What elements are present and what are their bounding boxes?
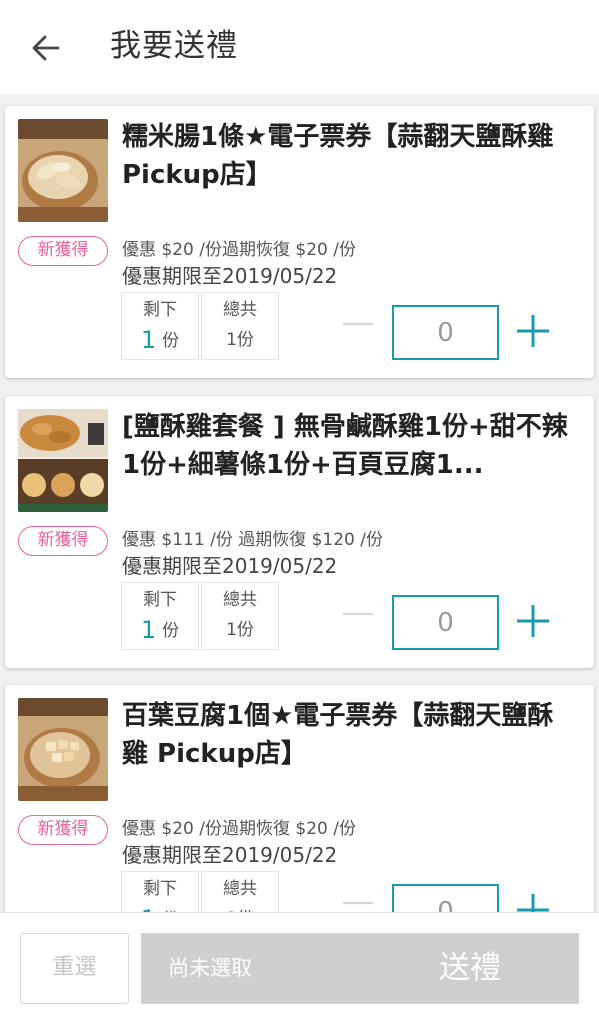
price-info: 優惠 $111 /份 過期恢復 $120 /份 [122,530,384,550]
total-value: 1份 [226,620,254,640]
quantity-input[interactable] [392,884,499,912]
bottom-action-bar: 重選 尚未選取 送禮 [0,912,599,1024]
gift-card: [鹽酥雞套餐 ] 無骨鹹酥雞1份+甜不辣1份+細薯條1份+百頁豆腐1... 新獲… [5,396,594,668]
expiry-date: 優惠期限至2019/05/22 [122,554,338,578]
reset-button[interactable]: 重選 [20,933,129,1004]
remaining-number: 1 [141,905,156,912]
send-gift-label: 送禮 [439,950,501,986]
total-label: 總共 [223,300,257,320]
price-info: 優惠 $20 /份過期恢復 $20 /份 [122,240,356,260]
expiry-date: 優惠期限至2019/05/22 [122,843,338,867]
plus-icon[interactable] [515,603,551,639]
price-info: 優惠 $20 /份過期恢復 $20 /份 [122,819,356,839]
remaining-count: 剩下 1份 [121,871,199,912]
remaining-number: 1 [140,326,157,354]
arrow-left-icon[interactable] [31,33,61,63]
product-image [18,409,108,512]
remaining-label: 剩下 [143,590,177,610]
total-label: 總共 [223,879,257,899]
plus-icon[interactable] [515,313,551,349]
remaining-number: 1 [140,616,157,644]
increase-button[interactable] [515,603,551,639]
total-count: 總共 1份 [201,292,279,360]
new-badge: 新獲得 [18,815,108,845]
quantity-input[interactable] [392,595,499,650]
product-image [18,119,108,222]
remaining-value: 1份 [122,617,198,644]
plus-icon[interactable] [515,892,551,912]
selection-status: 尚未選取 [168,956,252,980]
increase-button[interactable] [515,892,551,912]
remaining-label: 剩下 [143,879,177,899]
new-badge: 新獲得 [18,526,108,556]
remaining-label: 剩下 [143,300,177,320]
minus-icon[interactable] [340,885,376,912]
increase-button[interactable] [515,313,551,349]
minus-icon[interactable] [340,596,376,632]
total-value: 1份 [226,330,254,350]
remaining-count: 剩下 1份 [121,582,199,650]
total-label: 總共 [223,590,257,610]
total-count: 總共 1份 [201,871,279,912]
gift-list[interactable]: 糯米腸1條★電子票券【蒜翻天鹽酥雞 Pickup店】 新獲得 優惠 $20 /份… [0,94,599,912]
gift-title: 糯米腸1條★電子票券【蒜翻天鹽酥雞 Pickup店】 [122,122,554,190]
gift-title: [鹽酥雞套餐 ] 無骨鹹酥雞1份+甜不辣1份+細薯條1份+百頁豆腐1... [122,412,568,480]
back-button[interactable] [22,24,70,72]
total-count: 總共 1份 [201,582,279,650]
expiry-date: 優惠期限至2019/05/22 [122,264,338,288]
send-gift-button[interactable]: 尚未選取 送禮 [141,933,579,1004]
product-image [18,698,108,801]
decrease-button[interactable] [340,596,376,632]
remaining-unit: 份 [162,621,180,641]
remaining-count: 剩下 1份 [121,292,199,360]
decrease-button[interactable] [340,885,376,912]
gift-card: 百葉豆腐1個★電子票券【蒜翻天鹽酥雞 Pickup店】 新獲得 優惠 $20 /… [5,685,594,912]
decrease-button[interactable] [340,306,376,342]
quantity-input[interactable] [392,305,499,360]
gift-card: 糯米腸1條★電子票券【蒜翻天鹽酥雞 Pickup店】 新獲得 優惠 $20 /份… [5,106,594,378]
gift-title: 百葉豆腐1個★電子票券【蒜翻天鹽酥雞 Pickup店】 [122,701,554,769]
remaining-value: 1份 [122,327,198,354]
new-badge: 新獲得 [18,236,108,266]
page-title: 我要送禮 [110,28,238,64]
minus-icon[interactable] [340,306,376,342]
app-bar: 我要送禮 [0,0,599,94]
remaining-unit: 份 [162,331,180,351]
